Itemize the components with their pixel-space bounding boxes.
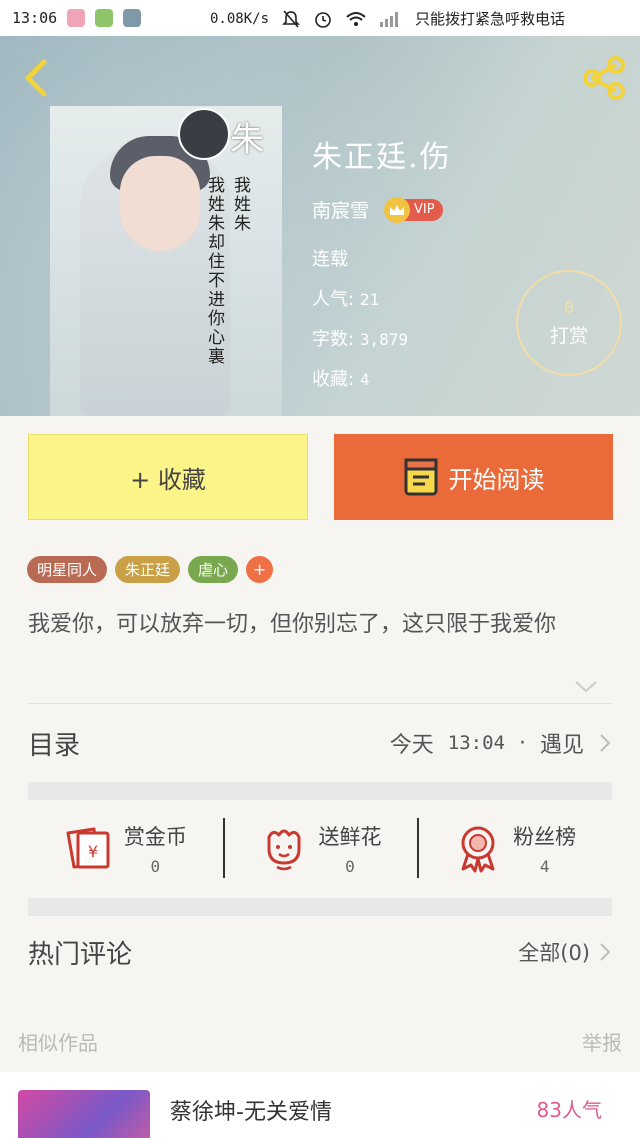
status-bar: 13:06 0.08K/s 只能拨打紧急呼救电话 bbox=[0, 0, 640, 36]
start-reading-label: 开始阅读 bbox=[448, 465, 545, 494]
book-title: 朱正廷.伤 bbox=[312, 140, 452, 175]
wifi-icon bbox=[346, 11, 366, 26]
all-comments-link[interactable]: 全部(0) bbox=[518, 937, 612, 967]
similar-work-cover bbox=[18, 1090, 150, 1138]
tip-count: 0 bbox=[564, 298, 574, 317]
similar-works-label: 相似作品 bbox=[18, 1030, 98, 1055]
coin-envelope-icon: ¥ bbox=[66, 827, 110, 869]
favorites-value: 4 bbox=[359, 370, 370, 389]
similar-works-header: 相似作品 举报 bbox=[0, 1018, 640, 1064]
book-icon bbox=[404, 458, 437, 496]
book-info: 朱正廷.伤 南宸雪 VIP 连载 人气: 21 字数: 3,879 收藏: 4 bbox=[312, 132, 452, 391]
book-header: 朱 我姓朱 我姓朱却住不进你心裏 朱正廷.伤 南宸雪 VIP 连载 人气: 21… bbox=[0, 36, 640, 416]
word-count-label: 字数: bbox=[312, 329, 355, 350]
book-status: 连载 bbox=[312, 249, 348, 270]
separator: · bbox=[518, 730, 526, 756]
cover-face bbox=[120, 156, 200, 251]
cover-text-line1: 我姓朱 bbox=[230, 176, 250, 233]
leaf-app-icon bbox=[95, 9, 114, 27]
back-icon[interactable] bbox=[16, 56, 56, 100]
status-time: 13:06 bbox=[12, 9, 58, 27]
mute-bell-icon bbox=[282, 9, 300, 28]
hot-comments-row[interactable]: 热门评论 全部(0) bbox=[28, 916, 612, 988]
tag-item[interactable]: 朱正廷 bbox=[115, 556, 181, 583]
vip-badge: VIP bbox=[384, 196, 443, 223]
tag-item[interactable]: 明星同人 bbox=[27, 556, 108, 583]
popularity-row: 人气: 21 bbox=[312, 285, 452, 311]
toc-label: 目录 bbox=[28, 730, 81, 761]
similar-work-title: 蔡徐坤-无关爱情 bbox=[170, 1100, 332, 1125]
latest-day: 今天 bbox=[389, 733, 434, 758]
add-favorite-label: + 收藏 bbox=[130, 465, 206, 494]
popularity-value: 21 bbox=[359, 290, 380, 309]
similar-work-item[interactable]: 蔡徐坤-无关爱情 83人气 bbox=[0, 1072, 640, 1138]
book-cover[interactable]: 朱 我姓朱 我姓朱却住不进你心裏 bbox=[50, 106, 282, 416]
stat-name: 赏金币 bbox=[123, 824, 187, 849]
share-icon[interactable] bbox=[578, 52, 630, 104]
word-count-value: 3,879 bbox=[359, 330, 408, 349]
stat-value: 4 bbox=[539, 856, 550, 876]
word-count-row: 字数: 3,879 bbox=[312, 325, 452, 351]
fan-ranking[interactable]: 粉丝榜 4 bbox=[417, 800, 612, 896]
start-reading-button[interactable]: 开始阅读 bbox=[334, 434, 613, 520]
crown-icon bbox=[384, 196, 411, 223]
latest-chapter-title: 遇见 bbox=[539, 733, 584, 758]
stat-name: 粉丝榜 bbox=[513, 824, 577, 849]
author-name[interactable]: 南宸雪 bbox=[312, 196, 369, 223]
cover-big-char: 朱 bbox=[230, 120, 264, 160]
hot-comments-label: 热门评论 bbox=[28, 939, 133, 970]
support-stats: ¥ 赏金币 0 送鲜花 0 粉丝榜 4 bbox=[28, 800, 612, 896]
stat-value: 0 bbox=[150, 856, 161, 876]
tag-list: 明星同人 朱正廷 虐心 + bbox=[27, 556, 274, 583]
section-separator bbox=[28, 898, 612, 916]
report-button[interactable]: 举报 bbox=[582, 1027, 622, 1056]
medal-icon bbox=[461, 826, 495, 873]
book-description: 我爱你，可以放弃一切，但你别忘了，这只限于我爱你 bbox=[28, 612, 557, 637]
stat-value: 0 bbox=[345, 856, 355, 876]
section-separator bbox=[28, 782, 612, 800]
chevron-right-icon bbox=[600, 943, 611, 961]
add-favorite-button[interactable]: + 收藏 bbox=[28, 434, 308, 520]
table-of-contents-row[interactable]: 目录 今天 13:04 · 遇见 bbox=[28, 704, 612, 782]
vip-label: VIP bbox=[414, 202, 435, 217]
alarm-icon bbox=[315, 11, 331, 28]
cover-text-line2: 我姓朱却住不进你心裏 bbox=[204, 176, 224, 366]
latest-chapter: 今天 13:04 · 遇见 bbox=[390, 727, 612, 759]
send-flowers[interactable]: 送鲜花 0 bbox=[222, 800, 418, 896]
notes-app-icon bbox=[123, 9, 142, 27]
signal-icon bbox=[380, 11, 399, 27]
favorites-row: 收藏: 4 bbox=[312, 365, 452, 391]
carrier-text: 只能拨打紧急呼救电话 bbox=[415, 10, 566, 28]
similar-work-popularity: 83人气 bbox=[536, 1098, 602, 1122]
tip-label: 打赏 bbox=[549, 325, 588, 347]
chevron-down-icon[interactable] bbox=[572, 678, 600, 696]
network-speed: 0.08K/s bbox=[210, 10, 270, 27]
cover-avatar bbox=[178, 108, 230, 160]
tip-button[interactable]: 0 打赏 bbox=[516, 270, 622, 376]
svg-text:¥: ¥ bbox=[88, 842, 98, 861]
flower-icon bbox=[267, 829, 300, 871]
reward-coins[interactable]: ¥ 赏金币 0 bbox=[28, 800, 223, 896]
all-comments-label: 全部(0) bbox=[518, 941, 590, 965]
flower-app-icon bbox=[67, 9, 86, 27]
tag-item[interactable]: 虐心 bbox=[188, 556, 239, 583]
favorites-label: 收藏: bbox=[312, 369, 355, 390]
latest-time: 13:04 bbox=[447, 732, 505, 754]
popularity-label: 人气: bbox=[312, 289, 355, 310]
stat-name: 送鲜花 bbox=[318, 824, 382, 849]
chevron-right-icon bbox=[600, 734, 611, 752]
add-tag-button[interactable]: + bbox=[246, 556, 274, 583]
